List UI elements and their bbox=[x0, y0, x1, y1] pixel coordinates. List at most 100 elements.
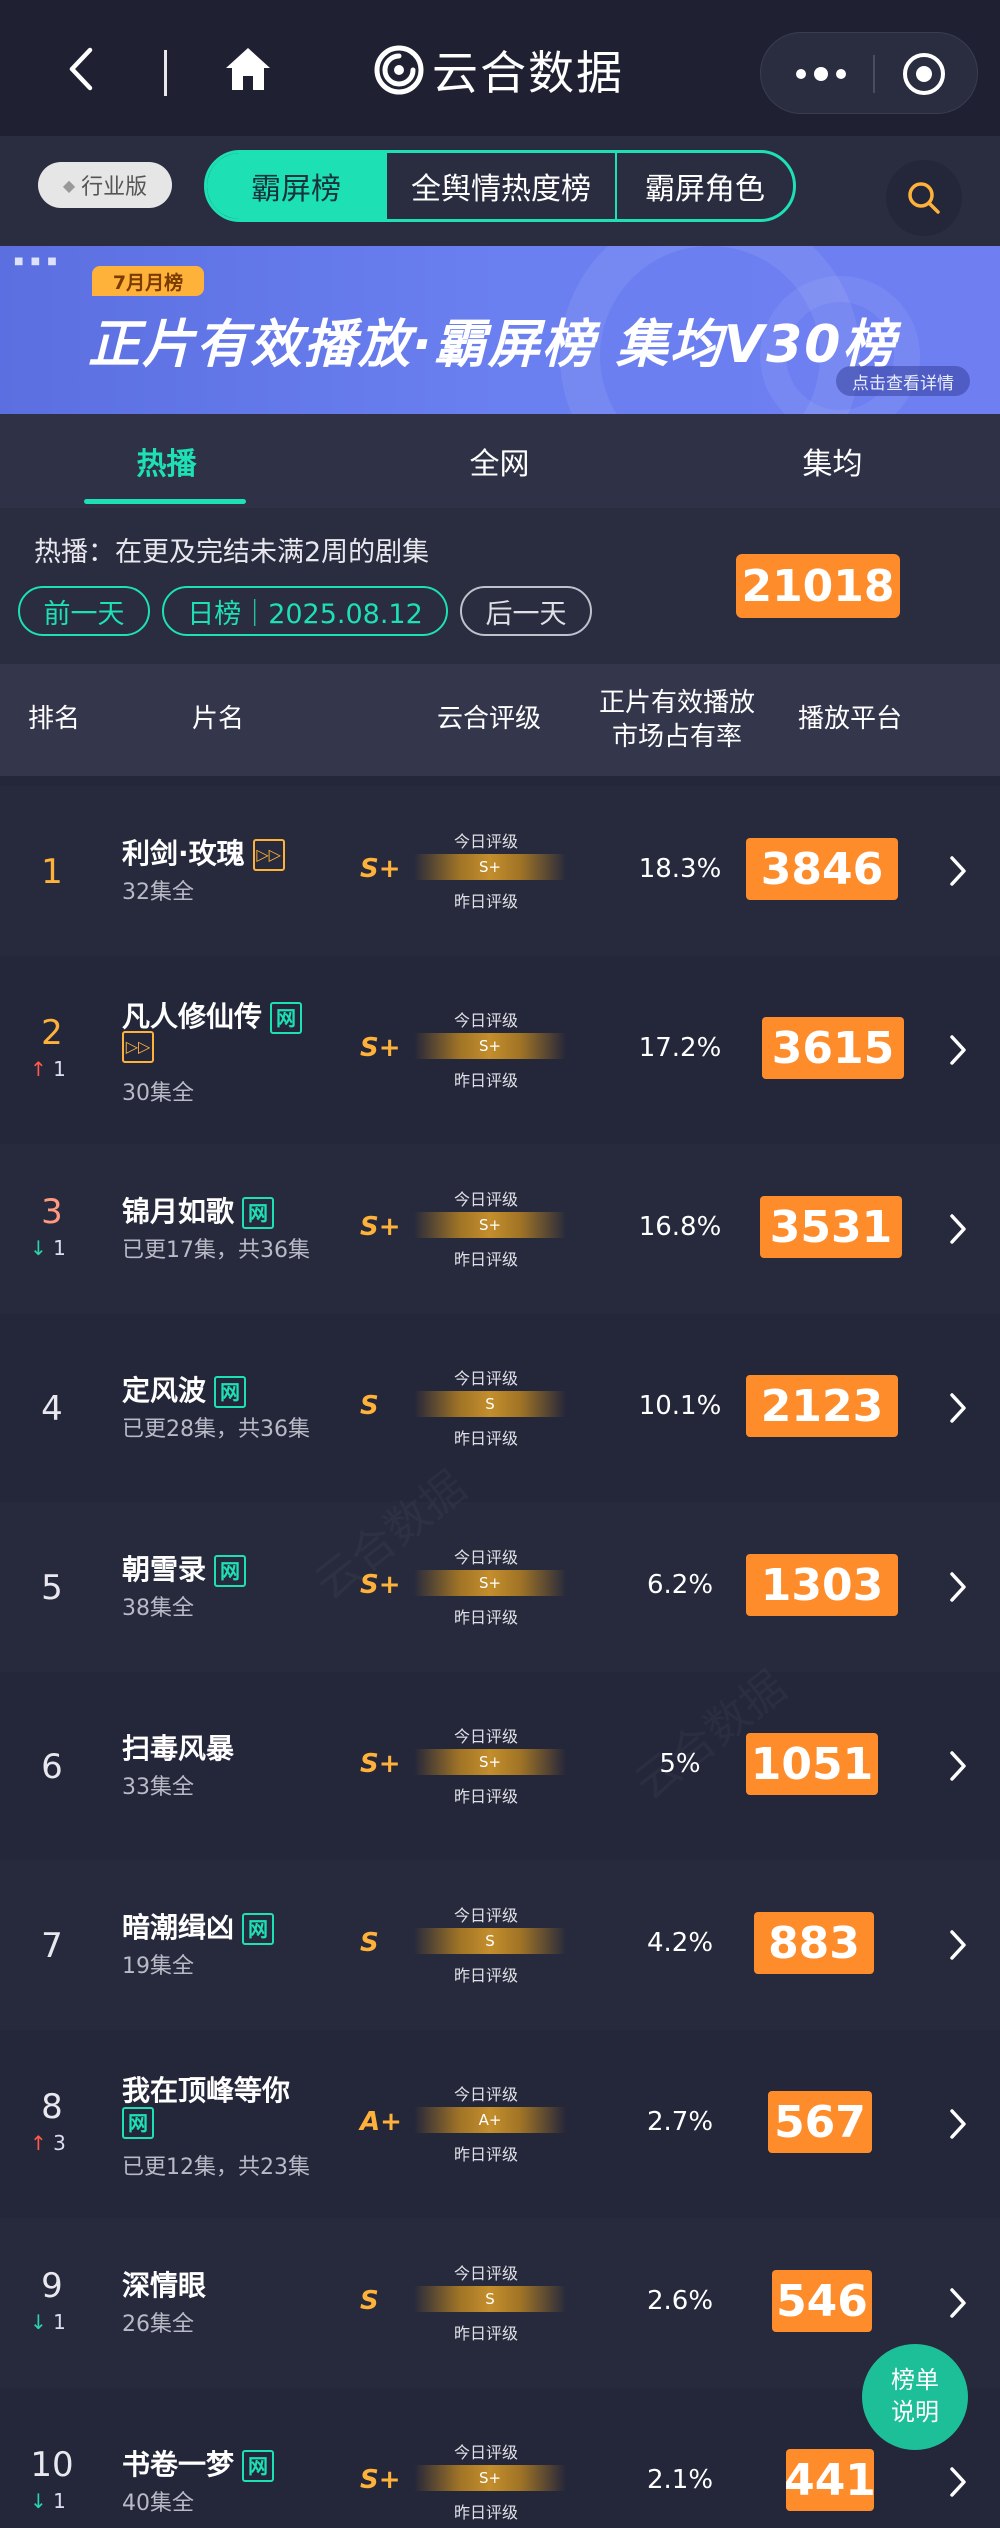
chevron-right-icon[interactable] bbox=[946, 854, 970, 888]
rating-bar: S+ bbox=[414, 1749, 566, 1775]
banner-detail-link[interactable]: 点击查看详情 bbox=[836, 366, 970, 396]
rank-change: ↑ 1 bbox=[30, 1057, 66, 1081]
rating-bar: S+ bbox=[414, 1212, 566, 1238]
header-rating: 云合评级 bbox=[436, 704, 541, 734]
show-title[interactable]: 朝雪录网 bbox=[122, 1548, 247, 1588]
more-icon[interactable] bbox=[791, 59, 851, 89]
show-title[interactable]: 扫毒风暴 bbox=[122, 1727, 234, 1767]
platform-score-badge: 2123 bbox=[746, 1375, 898, 1437]
chevron-right-icon[interactable] bbox=[946, 1391, 970, 1425]
chevron-right-icon[interactable] bbox=[946, 1033, 970, 1067]
divider bbox=[164, 50, 167, 96]
table-row[interactable]: 5 朝雪录网 38集全 S+ 今日评级 S+ 昨日评级 6.2% 1303 bbox=[0, 1502, 1000, 1672]
top-bar: 云合数据 bbox=[0, 0, 1000, 136]
close-miniprogram-icon[interactable] bbox=[901, 51, 947, 97]
industry-edition-button[interactable]: ◆ 行业版 bbox=[38, 162, 172, 208]
rating-grade: A+ bbox=[360, 2107, 402, 2137]
rank-number: 4 bbox=[41, 1389, 63, 1429]
platform-score-badge: 3531 bbox=[760, 1196, 902, 1258]
table-row[interactable]: 10 ↓ 1 书卷一梦网 40集全 S+ 今日评级 S+ 昨日评级 2.1% 441 bbox=[0, 2397, 1000, 2528]
chevron-right-icon[interactable] bbox=[946, 2107, 970, 2141]
chevron-right-icon[interactable] bbox=[946, 2286, 970, 2320]
yesterday-rating-label: 昨日评级 bbox=[453, 1429, 518, 1448]
fast-forward-icon: ▷▷ bbox=[252, 839, 285, 871]
table-row[interactable]: 8 ↑ 3 我在顶峰等你网已更12集，共23集 A+ 今日评级 A+ 昨日评级 2.7% 567 bbox=[0, 2039, 1000, 2209]
show-title[interactable]: 锦月如歌网 bbox=[122, 1190, 275, 1230]
market-share: 18.3% bbox=[638, 854, 722, 884]
rating-grade: S bbox=[360, 2286, 379, 2316]
date-picker-button[interactable]: 日榜｜2025.08.12 bbox=[162, 586, 448, 636]
header-title: 片名 bbox=[191, 704, 244, 734]
show-title[interactable]: 深情眼 bbox=[122, 2264, 206, 2304]
chevron-right-icon[interactable] bbox=[946, 1928, 970, 1962]
promo-banner[interactable]: ■ ■ ■ 7月月榜 正片有效播放·霸屏榜 集均V30榜 点击查看详情 bbox=[0, 246, 1000, 414]
show-title[interactable]: 定风波网 bbox=[122, 1369, 247, 1409]
search-icon bbox=[908, 182, 940, 214]
prev-day-button[interactable]: 前一天 bbox=[18, 586, 150, 636]
list-explanation-button[interactable]: 榜单 说明 bbox=[862, 2344, 968, 2450]
table-row[interactable]: 1 利剑·玫瑰 ▷▷ 32集全 S+ 今日评级 S+ 昨日评级 18.3% 3846 bbox=[0, 786, 1000, 956]
banner-dots: ■ ■ ■ bbox=[14, 256, 59, 267]
chevron-right-icon[interactable] bbox=[946, 1570, 970, 1604]
header-rank: 排名 bbox=[27, 704, 80, 734]
fast-forward-icon: ▷▷ bbox=[122, 1031, 154, 1063]
market-share: 10.1% bbox=[638, 1391, 722, 1421]
table-row[interactable]: 9 ↓ 1 深情眼 26集全 S 今日评级 S 昨日评级 2.6% 546 bbox=[0, 2218, 1000, 2388]
back-icon[interactable] bbox=[58, 44, 108, 94]
platform-score-badge: 1051 bbox=[746, 1733, 878, 1795]
tab-episode-average[interactable]: 集均 bbox=[666, 414, 999, 508]
show-title[interactable]: 我在顶峰等你 bbox=[122, 2069, 290, 2109]
table-header: 排名 片名 云合评级 正片有效播放 市场占有率 播放平台 bbox=[0, 664, 1000, 776]
table-row[interactable]: 4 定风波网已更28集，共36集 S 今日评级 S 昨日评级 10.1% 2123 bbox=[0, 1323, 1000, 1493]
next-day-button[interactable]: 后一天 bbox=[460, 586, 592, 636]
network-badge-icon: 网 bbox=[214, 1376, 247, 1408]
network-badge-icon: 网 bbox=[242, 1913, 275, 1945]
rank-number: 2 bbox=[41, 1013, 63, 1053]
chevron-right-icon[interactable] bbox=[946, 1212, 970, 1246]
table-row[interactable]: 7 暗潮缉凶网 19集全 S 今日评级 S 昨日评级 4.2% 883 bbox=[0, 1860, 1000, 2030]
rating-grade: S+ bbox=[360, 1212, 401, 1242]
rank-change: ↑ 3 bbox=[30, 2131, 66, 2155]
rank-number: 9 bbox=[41, 2266, 63, 2306]
episode-info: 30集全 bbox=[122, 1081, 194, 1106]
tab-all-network[interactable]: 全网 bbox=[333, 414, 666, 508]
industry-label: 行业版 bbox=[81, 175, 148, 200]
banner-title: 正片有效播放·霸屏榜 集均V30榜 bbox=[88, 315, 897, 375]
rating-grade: S bbox=[360, 1928, 379, 1958]
header-platform: 播放平台 bbox=[797, 704, 902, 734]
table-row[interactable]: 3 ↓ 1 锦月如歌网已更17集，共36集 S+ 今日评级 S+ 昨日评级 16.8% 3531 bbox=[0, 1144, 1000, 1314]
rating-grade: S+ bbox=[360, 2465, 401, 2495]
today-rating-label: 今日评级 bbox=[453, 1727, 518, 1746]
today-rating-label: 今日评级 bbox=[453, 1369, 518, 1388]
rating-bar: S+ bbox=[414, 854, 566, 880]
show-title[interactable]: 书卷一梦网 bbox=[122, 2443, 275, 2483]
segment-public-opinion-board[interactable]: 全舆情热度榜 bbox=[387, 153, 617, 219]
show-title[interactable]: 凡人修仙传网 bbox=[122, 995, 303, 1035]
segment-dominance-roles[interactable]: 霸屏角色 bbox=[617, 153, 793, 219]
home-icon[interactable] bbox=[222, 44, 274, 96]
table-row[interactable]: 2 ↑ 1 凡人修仙传网 ▷▷ 30集全 S+ 今日评级 S+ 昨日评级 17.2% 3615 bbox=[0, 965, 1000, 1135]
total-score-badge: 21018 bbox=[736, 554, 900, 618]
show-title[interactable]: 利剑·玫瑰 ▷▷ bbox=[122, 832, 285, 872]
chevron-right-icon[interactable] bbox=[946, 1749, 970, 1783]
category-tabs: 热播 全网 集均 bbox=[0, 414, 1000, 508]
network-badge-icon: 网 bbox=[242, 2450, 275, 2482]
platform-score-badge: 3615 bbox=[762, 1017, 904, 1079]
rating-grade: S+ bbox=[360, 1749, 401, 1779]
filter-description: 热播：在更及完结未满2周的剧集 bbox=[34, 537, 430, 568]
tab-hot[interactable]: 热播 bbox=[0, 414, 333, 508]
chevron-right-icon[interactable] bbox=[946, 2465, 970, 2499]
segment-dominance-board[interactable]: 霸屏榜 bbox=[207, 153, 387, 219]
show-title[interactable]: 暗潮缉凶网 bbox=[122, 1906, 275, 1946]
today-rating-label: 今日评级 bbox=[453, 2085, 518, 2104]
market-share: 16.8% bbox=[638, 1212, 722, 1242]
table-row[interactable]: 6 扫毒风暴 33集全 S+ 今日评级 S+ 昨日评级 5% 1051 bbox=[0, 1681, 1000, 1851]
episode-info: 19集全 bbox=[122, 1954, 194, 1979]
date-filter: 热播：在更及完结未满2周的剧集 前一天 日榜｜2025.08.12 后一天 21… bbox=[0, 508, 1000, 664]
yesterday-rating-label: 昨日评级 bbox=[453, 2145, 518, 2164]
search-button[interactable] bbox=[886, 160, 962, 236]
platform-score-badge: 567 bbox=[768, 2091, 872, 2153]
network-badge-icon: 网 bbox=[242, 1197, 275, 1229]
market-share: 6.2% bbox=[646, 1570, 714, 1600]
down-arrow-icon: ↓ bbox=[30, 2310, 47, 2334]
